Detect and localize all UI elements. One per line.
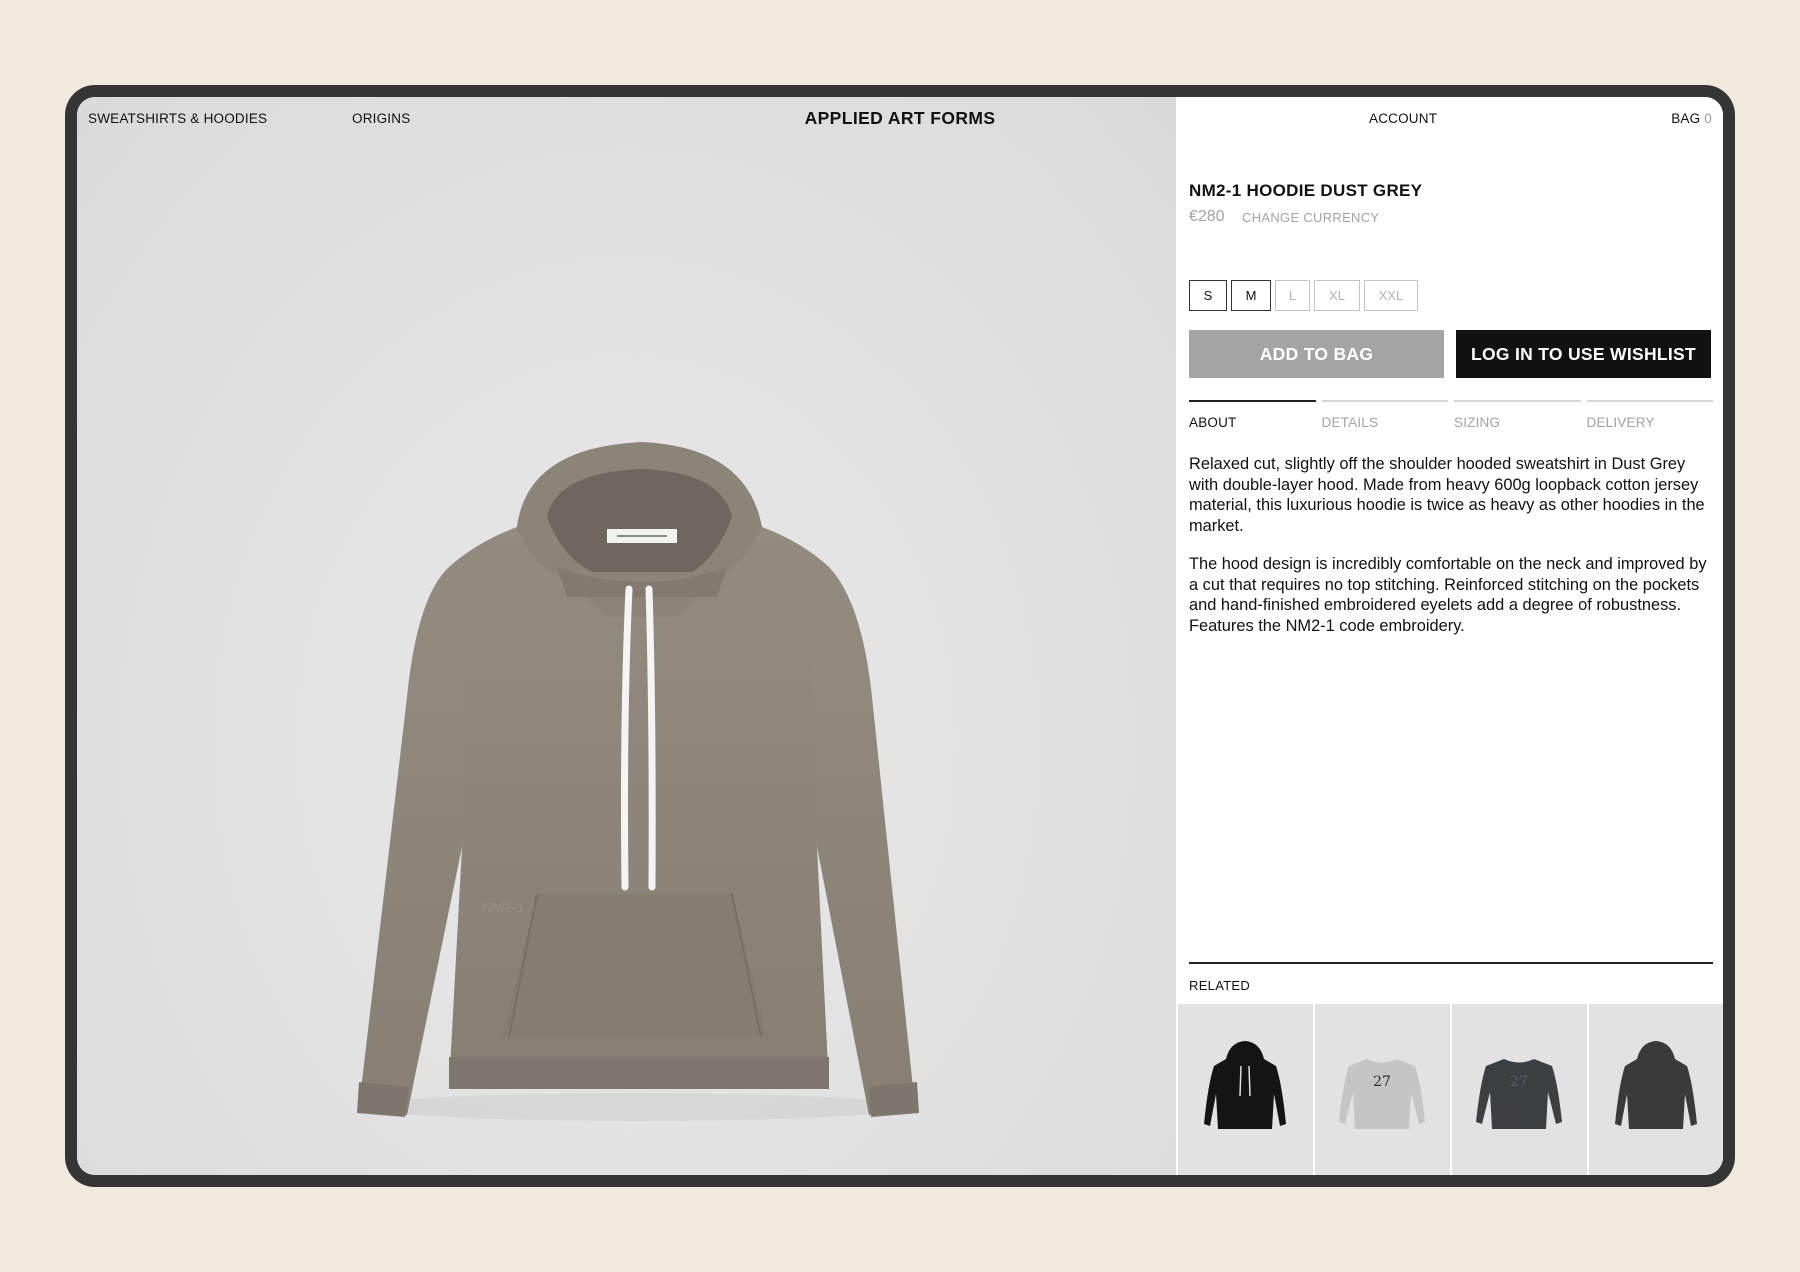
- bag-label: BAG: [1671, 111, 1701, 126]
- size-selector: S M L XL XXL: [1189, 280, 1418, 311]
- charcoal-hoodie-image: [1615, 1041, 1697, 1129]
- add-to-bag-button[interactable]: ADD TO BAG: [1189, 330, 1444, 378]
- nav-account[interactable]: ACCOUNT: [1369, 111, 1437, 126]
- size-option-m[interactable]: M: [1231, 280, 1271, 311]
- size-option-xxl[interactable]: XXL: [1364, 280, 1418, 311]
- print-27: 27: [1373, 1074, 1391, 1090]
- svg-text:NM2-1: NM2-1: [482, 899, 524, 915]
- related-item[interactable]: 27: [1315, 1004, 1450, 1175]
- charcoal-sweatshirt-27-image: 27: [1476, 1059, 1562, 1129]
- browser-screen: NM2-1 SWEATSHIRTS & HOODIES ORIGINS APPL…: [77, 97, 1723, 1175]
- about-paragraph: Relaxed cut, slightly off the shoulder h…: [1189, 455, 1705, 535]
- nav-origins[interactable]: ORIGINS: [352, 111, 410, 126]
- product-panel: ACCOUNT BAG 0 NM2-1 HOODIE DUST GREY €28…: [1176, 97, 1723, 1175]
- wishlist-login-button[interactable]: LOG IN TO USE WISHLIST: [1456, 330, 1711, 378]
- hoodie-product-image: NM2-1: [357, 442, 919, 1121]
- size-option-s[interactable]: S: [1189, 280, 1227, 311]
- about-paragraph: The hood design is incredibly comfortabl…: [1189, 555, 1707, 635]
- related-divider: [1189, 962, 1713, 964]
- tab-delivery[interactable]: DELIVERY: [1586, 400, 1713, 430]
- related-item[interactable]: 27: [1452, 1004, 1587, 1175]
- tab-about[interactable]: ABOUT: [1189, 400, 1316, 430]
- product-tabs: ABOUT DETAILS SIZING DELIVERY: [1189, 400, 1713, 430]
- size-option-xl[interactable]: XL: [1314, 280, 1360, 311]
- product-title: NM2-1 HOODIE DUST GREY: [1189, 181, 1423, 200]
- change-currency-link[interactable]: CHANGE CURRENCY: [1242, 210, 1379, 225]
- about-description: Relaxed cut, slightly off the shoulder h…: [1189, 454, 1717, 654]
- tab-sizing[interactable]: SIZING: [1454, 400, 1581, 430]
- related-item[interactable]: [1589, 1004, 1723, 1175]
- black-hoodie-image: [1204, 1041, 1286, 1129]
- grey-sweatshirt-27-image: 27: [1339, 1059, 1425, 1129]
- nav-bag[interactable]: BAG 0: [1671, 111, 1712, 126]
- size-option-l[interactable]: L: [1275, 280, 1310, 311]
- product-price: €280: [1189, 208, 1225, 225]
- bag-count: 0: [1704, 111, 1712, 126]
- device-frame: NM2-1 SWEATSHIRTS & HOODIES ORIGINS APPL…: [65, 85, 1735, 1187]
- related-item[interactable]: [1178, 1004, 1313, 1175]
- product-hero: NM2-1 SWEATSHIRTS & HOODIES ORIGINS: [77, 97, 1176, 1175]
- related-products: 27 27: [1178, 1004, 1723, 1175]
- print-27: 27: [1510, 1074, 1528, 1090]
- nav-sweatshirts-hoodies[interactable]: SWEATSHIRTS & HOODIES: [88, 111, 267, 126]
- related-heading: RELATED: [1189, 978, 1251, 993]
- tab-details[interactable]: DETAILS: [1321, 400, 1448, 430]
- brand-logo[interactable]: APPLIED ART FORMS: [805, 108, 996, 128]
